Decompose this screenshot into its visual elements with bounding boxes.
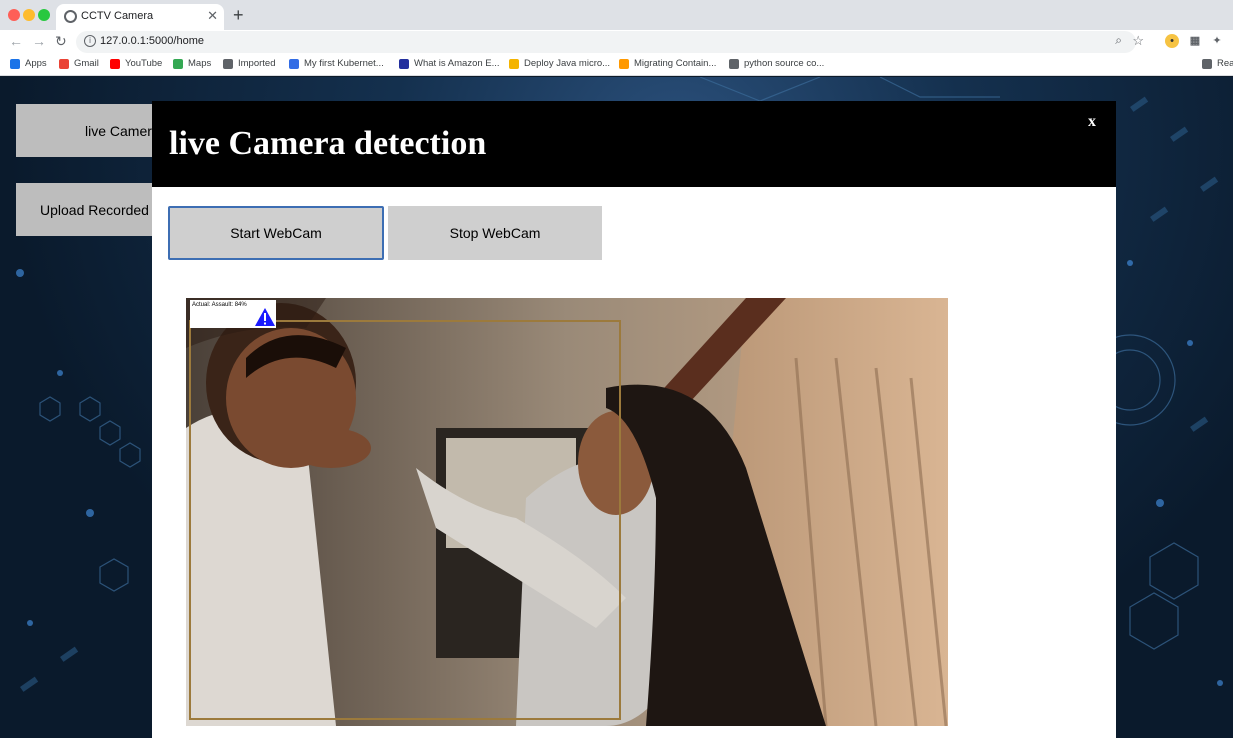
bookmark-item[interactable]: Migrating Contain...: [619, 58, 716, 69]
webcam-video-feed: Actual: Assault: 84%: [186, 298, 948, 726]
java-icon: [509, 58, 519, 69]
bookmark-item[interactable]: Deploy Java micro...: [509, 58, 610, 69]
window-maximize-icon[interactable]: [38, 9, 50, 21]
bookmark-label: Rea: [1217, 58, 1233, 69]
reload-icon[interactable]: ↻: [55, 33, 67, 50]
page-content: live Camera detection Upload Recorded Vi…: [0, 77, 1233, 738]
browser-tab[interactable]: CCTV Camera ✕: [56, 4, 224, 30]
detection-bounding-box: [189, 320, 621, 720]
detection-label-text: Actual: Assault: 84%: [192, 302, 247, 308]
stop-webcam-button[interactable]: Stop WebCam: [388, 206, 602, 260]
window-minimize-icon[interactable]: [23, 9, 35, 21]
detection-label-panel: Actual: Assault: 84%: [190, 300, 276, 328]
folder-icon: [223, 58, 233, 69]
bookmarks-bar: Apps Gmail YouTube Maps Imported My first Kub…: [0, 54, 1233, 76]
bookmark-label: YouTube: [125, 58, 163, 69]
bookmark-star-icon[interactable]: ☆: [1132, 33, 1144, 49]
reading-list-icon: [1202, 58, 1212, 69]
bookmark-item[interactable]: Rea: [1202, 58, 1233, 69]
bookmark-label: My first Kubernet...: [304, 58, 384, 69]
modal-header: live Camera detection x: [152, 101, 1116, 187]
bookmark-item[interactable]: Apps: [10, 58, 47, 69]
close-modal-button[interactable]: x: [1088, 113, 1096, 131]
youtube-icon: [110, 58, 120, 69]
bookmark-item[interactable]: Gmail: [59, 58, 99, 69]
bookmark-label: Maps: [188, 58, 212, 69]
bookmark-item[interactable]: Maps: [173, 58, 211, 69]
globe-icon: [729, 58, 739, 69]
maps-icon: [173, 58, 183, 69]
modal-title: live Camera detection: [169, 125, 487, 162]
bookmark-label: What is Amazon E...: [414, 58, 500, 69]
bookmark-label: Gmail: [74, 58, 99, 69]
bookmark-item[interactable]: My first Kubernet...: [289, 58, 384, 69]
address-bar[interactable]: i 127.0.0.1:5000/home ⌕ ☆: [76, 31, 1144, 53]
bookmark-label: Deploy Java micro...: [524, 58, 611, 69]
window-close-icon[interactable]: [8, 9, 20, 21]
site-info-icon[interactable]: i: [84, 35, 96, 47]
amazon-icon: [399, 58, 409, 69]
bookmark-label: Migrating Contain...: [634, 58, 717, 69]
tab-title: CCTV Camera: [81, 10, 154, 22]
sidebar-live-camera-button[interactable]: live Camera detection: [16, 104, 166, 157]
extensions-puzzle-icon[interactable]: ✦: [1210, 34, 1224, 48]
kubernetes-icon: [289, 58, 299, 69]
bookmark-label: Apps: [25, 58, 47, 69]
forward-arrow-icon[interactable]: →: [32, 33, 46, 49]
tab-close-icon[interactable]: ✕: [207, 8, 218, 24]
browser-toolbar: ← → ↻ i 127.0.0.1:5000/home ⌕ ☆: [0, 30, 1233, 54]
sidebar-upload-video-button[interactable]: Upload Recorded Video: [16, 183, 166, 236]
browser-tab-bar: CCTV Camera ✕ +: [0, 0, 1233, 30]
bookmark-item[interactable]: python source co...: [729, 58, 824, 69]
bookmark-label: python source co...: [744, 58, 825, 69]
bookmark-item[interactable]: Imported: [223, 58, 276, 69]
bookmark-item[interactable]: YouTube: [110, 58, 162, 69]
extension-emoji-icon[interactable]: •: [1165, 34, 1179, 48]
start-webcam-button[interactable]: Start WebCam: [168, 206, 384, 260]
zoom-icon[interactable]: ⌕: [1115, 33, 1122, 48]
aws-icon: [619, 58, 629, 69]
apps-grid-icon: [10, 58, 20, 69]
globe-icon: [64, 10, 77, 23]
live-camera-modal: live Camera detection x Start WebCam Sto…: [152, 101, 1116, 738]
bookmark-item[interactable]: What is Amazon E...: [399, 58, 500, 69]
bookmark-label: Imported: [238, 58, 276, 69]
new-tab-icon[interactable]: +: [233, 5, 244, 26]
back-arrow-icon[interactable]: ←: [9, 33, 23, 49]
url-text[interactable]: 127.0.0.1:5000/home: [100, 35, 204, 47]
warning-triangle-icon: [255, 308, 275, 326]
extension-qr-icon[interactable]: ▦: [1188, 34, 1202, 48]
gmail-icon: [59, 58, 69, 69]
